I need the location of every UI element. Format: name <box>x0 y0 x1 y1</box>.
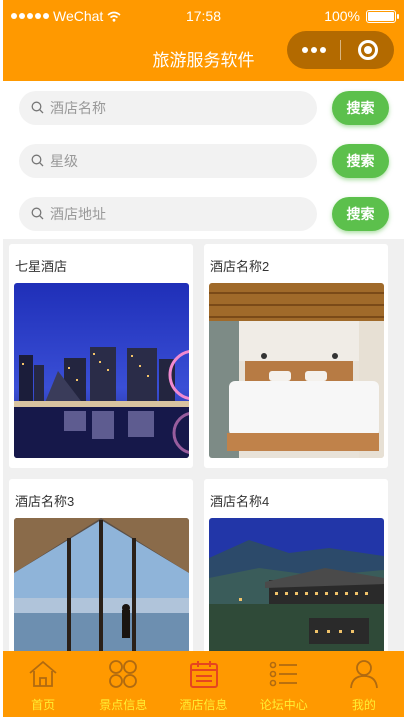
hotel-name: 酒店名称2 <box>210 259 270 274</box>
hotel-name-input[interactable]: 酒店名称 <box>19 90 317 125</box>
tab-label: 论坛中心 <box>259 698 308 712</box>
tab-home[interactable]: 首页 <box>3 651 83 717</box>
search-address-button[interactable]: 搜索 <box>332 196 389 231</box>
tab-attractions[interactable]: 景点信息 <box>83 651 163 717</box>
hotel-image-city-night <box>14 283 189 458</box>
app-frame: WeChat 17:58 100% 旅游服务软件 酒店名称 搜索 星级 搜索 酒… <box>3 0 404 717</box>
tab-label: 首页 <box>31 698 56 712</box>
search-placeholder: 酒店名称 <box>50 99 106 116</box>
tab-profile[interactable]: 我的 <box>324 651 404 717</box>
search-panel: 酒店名称 搜索 星级 搜索 酒店地址 搜索 <box>3 81 404 239</box>
hotel-card[interactable]: 酒店名称2 <box>204 244 388 468</box>
nav-bar: 旅游服务软件 <box>3 31 404 81</box>
search-placeholder: 星级 <box>50 152 78 169</box>
battery-info: 100% <box>324 8 399 24</box>
battery-level <box>368 11 394 21</box>
hotel-name: 酒店名称3 <box>15 494 75 509</box>
calendar-icon <box>189 661 218 688</box>
hotel-name: 酒店名称4 <box>210 494 270 509</box>
search-row-name: 酒店名称 搜索 <box>19 90 389 125</box>
search-name-button[interactable]: 搜索 <box>332 90 389 125</box>
search-icon <box>31 207 44 220</box>
grid-icon <box>109 660 138 688</box>
battery-icon <box>366 9 399 23</box>
star-rating-input[interactable]: 星级 <box>19 143 317 178</box>
status-bar: WeChat 17:58 100% <box>3 0 404 34</box>
tab-hotels[interactable]: 酒店信息 <box>163 651 243 717</box>
more-options-button[interactable] <box>287 47 340 53</box>
tab-forum[interactable]: 论坛中心 <box>244 651 324 717</box>
hotel-image-bedroom <box>209 283 384 458</box>
user-icon <box>350 660 378 689</box>
tab-label: 景点信息 <box>99 698 148 712</box>
hotel-name: 七星酒店 <box>15 259 68 274</box>
hotel-address-input[interactable]: 酒店地址 <box>19 196 317 231</box>
search-row-star: 星级 搜索 <box>19 143 389 178</box>
search-star-button[interactable]: 搜索 <box>332 143 389 178</box>
close-miniprogram-button[interactable] <box>341 40 394 60</box>
hotel-card[interactable]: 七星酒店 <box>9 244 193 468</box>
search-icon <box>31 101 44 114</box>
home-icon <box>29 660 57 687</box>
tab-label: 酒店信息 <box>179 698 228 712</box>
battery-percent: 100% <box>324 8 360 24</box>
search-row-address: 酒店地址 搜索 <box>19 196 389 231</box>
target-icon <box>357 40 378 60</box>
search-icon <box>31 154 44 167</box>
tab-label: 我的 <box>351 698 376 712</box>
list-icon <box>269 661 297 687</box>
search-placeholder: 酒店地址 <box>50 205 106 222</box>
miniprogram-capsule <box>287 31 394 69</box>
tab-bar: 首页 景点信息 酒店信息 论坛中心 我的 <box>3 651 404 717</box>
